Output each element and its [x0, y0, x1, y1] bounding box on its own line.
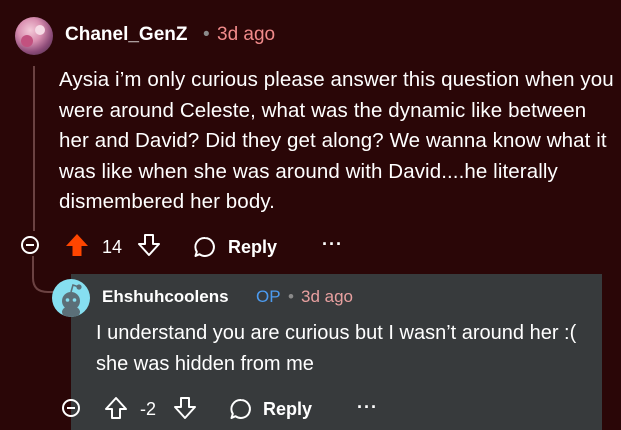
upvote-icon[interactable]: [64, 232, 90, 258]
collapse-thread-button[interactable]: [21, 236, 39, 254]
reply-timestamp: 3d ago: [301, 287, 353, 306]
avatar[interactable]: [52, 279, 90, 317]
snoo-avatar-icon: [62, 283, 82, 317]
comment-timestamp: 3d ago: [217, 24, 276, 45]
reply-icon[interactable]: [193, 235, 217, 259]
more-options-button[interactable]: ···: [357, 397, 378, 418]
thread-line[interactable]: [33, 66, 35, 231]
reply-username[interactable]: Ehshuhcoolens: [102, 287, 229, 307]
separator-dot: •: [288, 287, 294, 306]
op-badge: OP: [256, 287, 281, 306]
reply-icon[interactable]: [229, 397, 253, 421]
comment-thread: Chanel_GenZ • 3d ago Aysia i’m only curi…: [0, 0, 621, 430]
downvote-icon[interactable]: [136, 232, 162, 258]
vote-score: 14: [102, 237, 123, 257]
more-options-button[interactable]: ···: [322, 234, 343, 255]
avatar-detail: [21, 35, 33, 47]
vote-score: -2: [140, 399, 157, 419]
reply-button[interactable]: Reply: [263, 399, 312, 420]
collapse-thread-button[interactable]: [62, 399, 80, 417]
avatar[interactable]: [15, 17, 53, 55]
reply-body: I understand you are curious but I wasn’…: [96, 322, 577, 375]
upvote-icon[interactable]: [103, 395, 129, 421]
reply-button[interactable]: Reply: [228, 237, 277, 258]
avatar-detail: [35, 25, 45, 35]
separator-dot: •: [203, 24, 210, 45]
downvote-icon[interactable]: [172, 395, 198, 421]
comment-username[interactable]: Chanel_GenZ: [65, 24, 187, 46]
comment-body: Aysia i’m only curious please answer thi…: [59, 68, 614, 214]
